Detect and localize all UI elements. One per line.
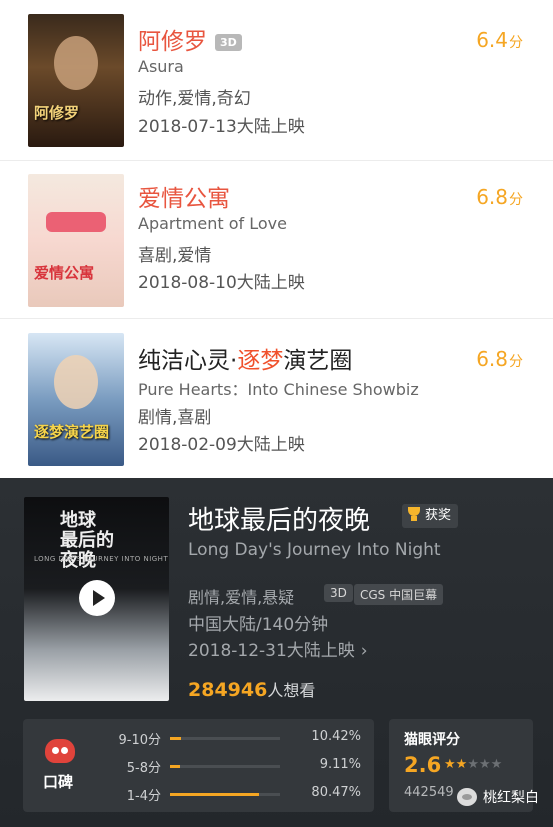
movie-item-asura[interactable]: 阿修罗 阿修罗 3D Asura 动作,爱情,奇幻 2018-07-13大陆上映 … — [0, 0, 553, 160]
poster-sofa — [46, 212, 106, 232]
watermark: 桃红梨白 — [457, 785, 539, 809]
movie-release-date: 2018-02-09大陆上映 — [138, 435, 305, 455]
movie-genres: 剧情,喜剧 — [138, 408, 212, 428]
poster-title-art: 阿修罗 — [34, 104, 80, 122]
star-icon: ★ — [478, 757, 491, 772]
movie-title: 纯洁心灵·逐梦演艺圈 — [138, 348, 353, 374]
movie-english-title: Pure Hearts：Into Chinese Showbiz — [138, 380, 419, 399]
maoyan-score: 2.6 — [404, 753, 442, 777]
detail-release-link[interactable]: 2018-12-31大陆上映 › — [188, 636, 368, 661]
word-of-mouth-panel[interactable]: 口碑 9-10分 10.42% 5-8分 9.11% 1-4分 80.47% — [23, 719, 374, 812]
rating-bar-fill — [170, 765, 181, 768]
detail-region-duration: 中国大陆/140分钟 — [188, 615, 329, 635]
detail-title: 地球最后的夜晚 — [188, 506, 371, 536]
maoyan-cat-icon — [45, 739, 75, 763]
star-icon: ★ — [467, 757, 479, 772]
poster-title-art: 逐梦演艺圈 — [34, 423, 110, 441]
star-icon: ★ — [455, 757, 468, 772]
3d-badge: 3D — [324, 584, 353, 602]
poster-subtitle: LONG DAY'S JOURNEY INTO NIGHT — [34, 555, 169, 563]
movie-english-title: Apartment of Love — [138, 214, 287, 233]
rating-bar-fill — [170, 737, 182, 740]
rating-distribution-row: 1-4分 80.47% — [126, 785, 361, 804]
movie-genres: 动作,爱情,奇幻 — [138, 89, 251, 109]
rating-count: 442549 — [404, 785, 454, 800]
maoyan-rating-heading: 猫眼评分 — [404, 732, 460, 748]
movie-score: 6.4分 — [476, 28, 523, 52]
rating-distribution-row: 9-10分 10.42% — [118, 729, 361, 748]
cgs-badge: CGS 中国巨幕 — [354, 584, 444, 605]
chevron-right-icon: › — [360, 641, 368, 661]
rating-distribution-row: 5-8分 9.11% — [126, 757, 361, 776]
rating-bar-fill — [170, 793, 259, 796]
movie-title: 爱情公寓 — [138, 186, 230, 212]
movie-release-date: 2018-07-13大陆上映 — [138, 117, 305, 137]
movie-item-pure-hearts[interactable]: 逐梦演艺圈 纯洁心灵·逐梦演艺圈 Pure Hearts：Into Chines… — [0, 318, 553, 478]
movie-poster[interactable]: 逐梦演艺圈 — [28, 333, 124, 466]
movie-item-apartment-of-love[interactable]: 爱情公寓 爱情公寓 Apartment of Love 喜剧,爱情 2018-0… — [0, 160, 553, 318]
movie-genres: 喜剧,爱情 — [138, 246, 212, 266]
award-badge[interactable]: 获奖 — [402, 504, 459, 528]
movie-release-date: 2018-08-10大陆上映 — [138, 273, 305, 293]
detail-english-title: Long Day's Journey Into Night — [188, 540, 441, 560]
star-icon: ★ — [490, 757, 503, 772]
detail-poster[interactable]: 地球 最后的 夜晚 LONG DAY'S JOURNEY INTO NIGHT — [24, 497, 169, 701]
movie-title: 阿修罗 3D — [138, 22, 242, 56]
play-icon[interactable] — [79, 580, 115, 616]
detail-genres: 剧情,爱情,悬疑 — [188, 588, 295, 607]
3d-badge: 3D — [215, 34, 242, 51]
movie-english-title: Asura — [138, 57, 184, 76]
poster-title-art: 爱情公寓 — [34, 264, 95, 282]
word-of-mouth-label: 口碑 — [43, 773, 74, 791]
movie-score: 6.8分 — [476, 347, 523, 371]
poster-figure — [54, 355, 98, 409]
star-rating: ★★★★★ — [444, 757, 502, 772]
poster-figure — [54, 36, 98, 90]
trophy-icon — [407, 507, 421, 521]
star-icon: ★ — [444, 757, 456, 772]
movie-poster[interactable]: 阿修罗 — [28, 14, 124, 147]
wechat-icon — [457, 788, 477, 806]
movie-poster[interactable]: 爱情公寓 — [28, 174, 124, 307]
want-to-see: 284946人想看 — [188, 679, 316, 701]
movie-score: 6.8分 — [476, 185, 523, 209]
movie-detail-header: 地球 最后的 夜晚 LONG DAY'S JOURNEY INTO NIGHT 地球… — [0, 478, 553, 827]
